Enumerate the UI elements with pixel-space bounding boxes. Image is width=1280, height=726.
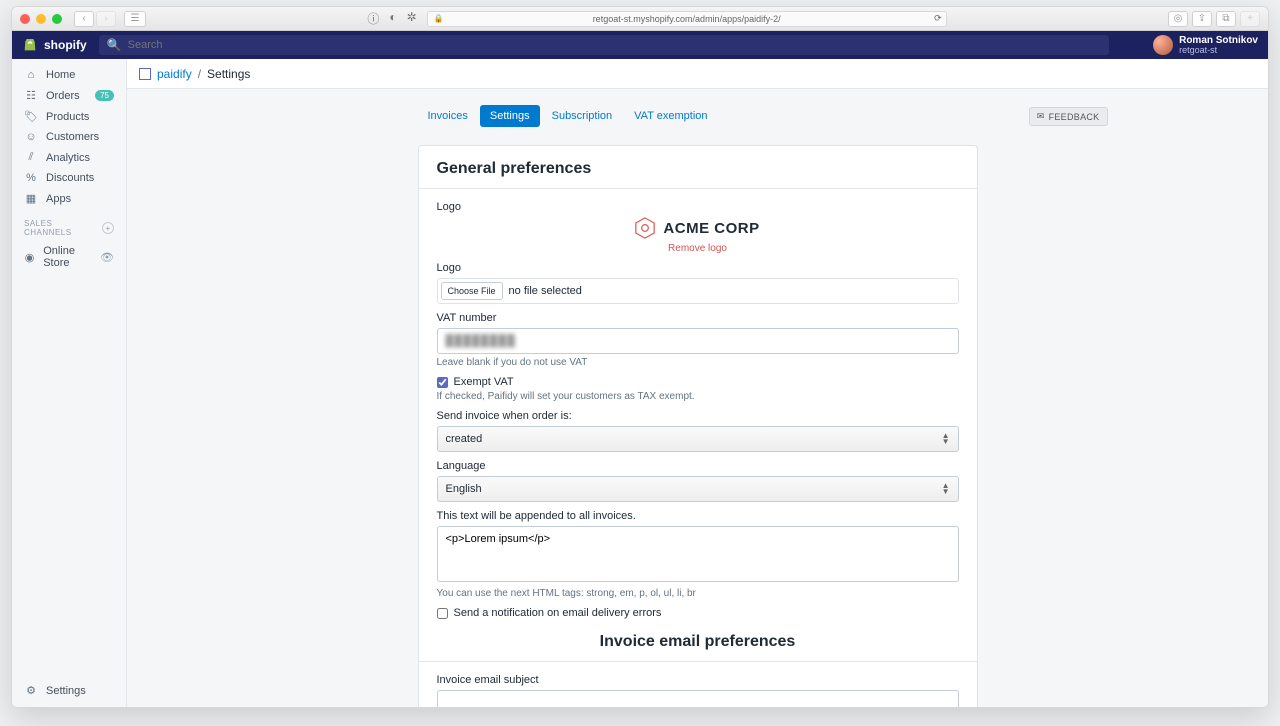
sidebar-item-analytics[interactable]: ⫽Analytics (12, 147, 126, 168)
extension-icon-2[interactable]: ✲ (407, 10, 417, 27)
sidebar-item-orders[interactable]: ☷Orders75 (12, 85, 126, 106)
acme-logo-icon (635, 217, 655, 239)
email-preferences-title: Invoice email preferences (437, 633, 959, 651)
action-icon[interactable]: ◎ (1168, 11, 1188, 27)
sales-channels-heading: SALES CHANNELS+ (12, 209, 126, 241)
traffic-lights (20, 14, 62, 24)
browser-toolbar: ‹ › ☰ ⓘ ◐ ✲ 🔒 retgoat-st.myshopify.com/a… (12, 7, 1268, 31)
eye-icon[interactable]: 👁 (100, 251, 114, 264)
choose-file-button[interactable]: Choose File (441, 282, 503, 300)
sidebar-item-online-store[interactable]: ◉Online Store👁 (12, 241, 126, 273)
language-label: Language (437, 460, 959, 472)
logo-label: Logo (437, 201, 959, 213)
extension-icon[interactable]: ◐ (389, 10, 396, 27)
analytics-icon: ⫽ (24, 151, 38, 164)
settings-panel: General preferences Logo ACME CORP Remov… (418, 145, 978, 707)
sidebar-item-home[interactable]: ⌂Home (12, 65, 126, 85)
logo-upload-label: Logo (437, 262, 959, 274)
sidebar-item-apps[interactable]: ▦Apps (12, 188, 126, 209)
tabs: Invoices Settings Subscription VAT exemp… (418, 105, 978, 127)
sidebar-item-settings[interactable]: ⚙Settings (12, 680, 126, 701)
shopify-bag-icon (22, 37, 38, 53)
share-icon[interactable]: ⇪ (1192, 11, 1212, 27)
sidebar-item-discounts[interactable]: %Discounts (12, 168, 126, 188)
send-invoice-select[interactable]: created ▲▼ (437, 426, 959, 452)
breadcrumb-current: Settings (207, 67, 250, 81)
vat-number-input[interactable]: ████████ (437, 328, 959, 354)
user-name: Roman Sotnikov (1179, 36, 1258, 46)
user-menu[interactable]: Roman Sotnikov retgoat-st (1153, 35, 1258, 55)
exempt-vat-row[interactable]: Exempt VAT (437, 376, 959, 388)
breadcrumb-app[interactable]: paidify (157, 67, 192, 81)
gear-icon: ⚙ (24, 684, 38, 697)
language-select[interactable]: English ▲▼ (437, 476, 959, 502)
store-icon: ◉ (24, 251, 35, 264)
new-tab-icon[interactable]: + (1240, 11, 1260, 27)
search-bar[interactable]: 🔍 (99, 35, 1109, 55)
reader-icon[interactable]: ⓘ (367, 10, 379, 27)
append-text-label: This text will be appended to all invoic… (437, 510, 959, 522)
lock-icon: 🔒 (434, 14, 444, 23)
tabs-icon[interactable]: ⧉ (1216, 11, 1236, 27)
back-button[interactable]: ‹ (74, 11, 94, 27)
refresh-icon[interactable]: ⟳ (934, 13, 942, 24)
current-logo: ACME CORP (437, 217, 959, 239)
send-invoice-label: Send invoice when order is: (437, 410, 959, 422)
products-icon: 🏷 (24, 110, 38, 123)
vat-number-label: VAT number (437, 312, 959, 324)
minimize-window-icon[interactable] (36, 14, 46, 24)
search-icon: 🔍 (107, 38, 122, 52)
orders-badge: 75 (95, 90, 114, 101)
app-icon (139, 68, 151, 80)
url-text: retgoat-st.myshopify.com/admin/apps/paid… (593, 14, 781, 24)
apps-icon: ▦ (24, 192, 38, 205)
tab-subscription[interactable]: Subscription (542, 105, 623, 127)
orders-icon: ☷ (24, 89, 38, 102)
notify-errors-label: Send a notification on email delivery er… (454, 607, 662, 619)
general-preferences-title: General preferences (437, 160, 959, 178)
forward-button[interactable]: › (96, 11, 116, 27)
browser-window: ‹ › ☰ ⓘ ◐ ✲ 🔒 retgoat-st.myshopify.com/a… (11, 6, 1269, 708)
discounts-icon: % (24, 172, 38, 184)
mail-icon: ✉ (1037, 111, 1045, 122)
sidebar-item-customers[interactable]: ☺Customers (12, 127, 126, 147)
chevron-updown-icon: ▲▼ (942, 433, 950, 444)
home-icon: ⌂ (24, 69, 38, 81)
close-window-icon[interactable] (20, 14, 30, 24)
chevron-updown-icon: ▲▼ (942, 483, 950, 494)
sidebar-toggle-icon[interactable]: ☰ (124, 11, 146, 27)
breadcrumb: paidify / Settings (127, 59, 1268, 89)
address-bar[interactable]: 🔒 retgoat-st.myshopify.com/admin/apps/pa… (427, 11, 947, 27)
avatar (1153, 35, 1173, 55)
vat-help-text: Leave blank if you do not use VAT (437, 357, 959, 368)
shopify-brand-text: shopify (44, 38, 87, 52)
sidebar: ⌂Home ☷Orders75 🏷Products ☺Customers ⫽An… (12, 59, 127, 707)
file-status-text: no file selected (509, 285, 582, 297)
notify-errors-row[interactable]: Send a notification on email delivery er… (437, 607, 959, 619)
app-header: shopify 🔍 Roman Sotnikov retgoat-st (12, 31, 1268, 59)
append-text-input[interactable] (437, 526, 959, 582)
add-channel-icon[interactable]: + (102, 222, 114, 234)
zoom-window-icon[interactable] (52, 14, 62, 24)
sidebar-item-products[interactable]: 🏷Products (12, 106, 126, 127)
tab-settings[interactable]: Settings (480, 105, 540, 127)
shop-name: retgoat-st (1179, 46, 1258, 55)
feedback-button[interactable]: ✉FEEDBACK (1029, 107, 1108, 126)
tab-vat-exemption[interactable]: VAT exemption (624, 105, 717, 127)
email-subject-input[interactable] (437, 690, 959, 707)
acme-logo-text: ACME CORP (663, 220, 759, 237)
exempt-vat-checkbox[interactable] (437, 377, 448, 388)
shopify-logo[interactable]: shopify (22, 37, 87, 53)
append-help-text: You can use the next HTML tags: strong, … (437, 588, 959, 599)
email-subject-label: Invoice email subject (437, 674, 959, 686)
search-input[interactable] (128, 39, 1101, 51)
logo-file-input[interactable]: Choose File no file selected (437, 278, 959, 304)
notify-errors-checkbox[interactable] (437, 608, 448, 619)
exempt-help-text: If checked, Paifidy will set your custom… (437, 391, 959, 402)
tab-invoices[interactable]: Invoices (418, 105, 478, 127)
remove-logo-link[interactable]: Remove logo (437, 243, 959, 254)
exempt-vat-label: Exempt VAT (454, 376, 514, 388)
content-area: paidify / Settings ✉FEEDBACK Invoices Se… (127, 59, 1268, 707)
customers-icon: ☺ (24, 131, 38, 143)
